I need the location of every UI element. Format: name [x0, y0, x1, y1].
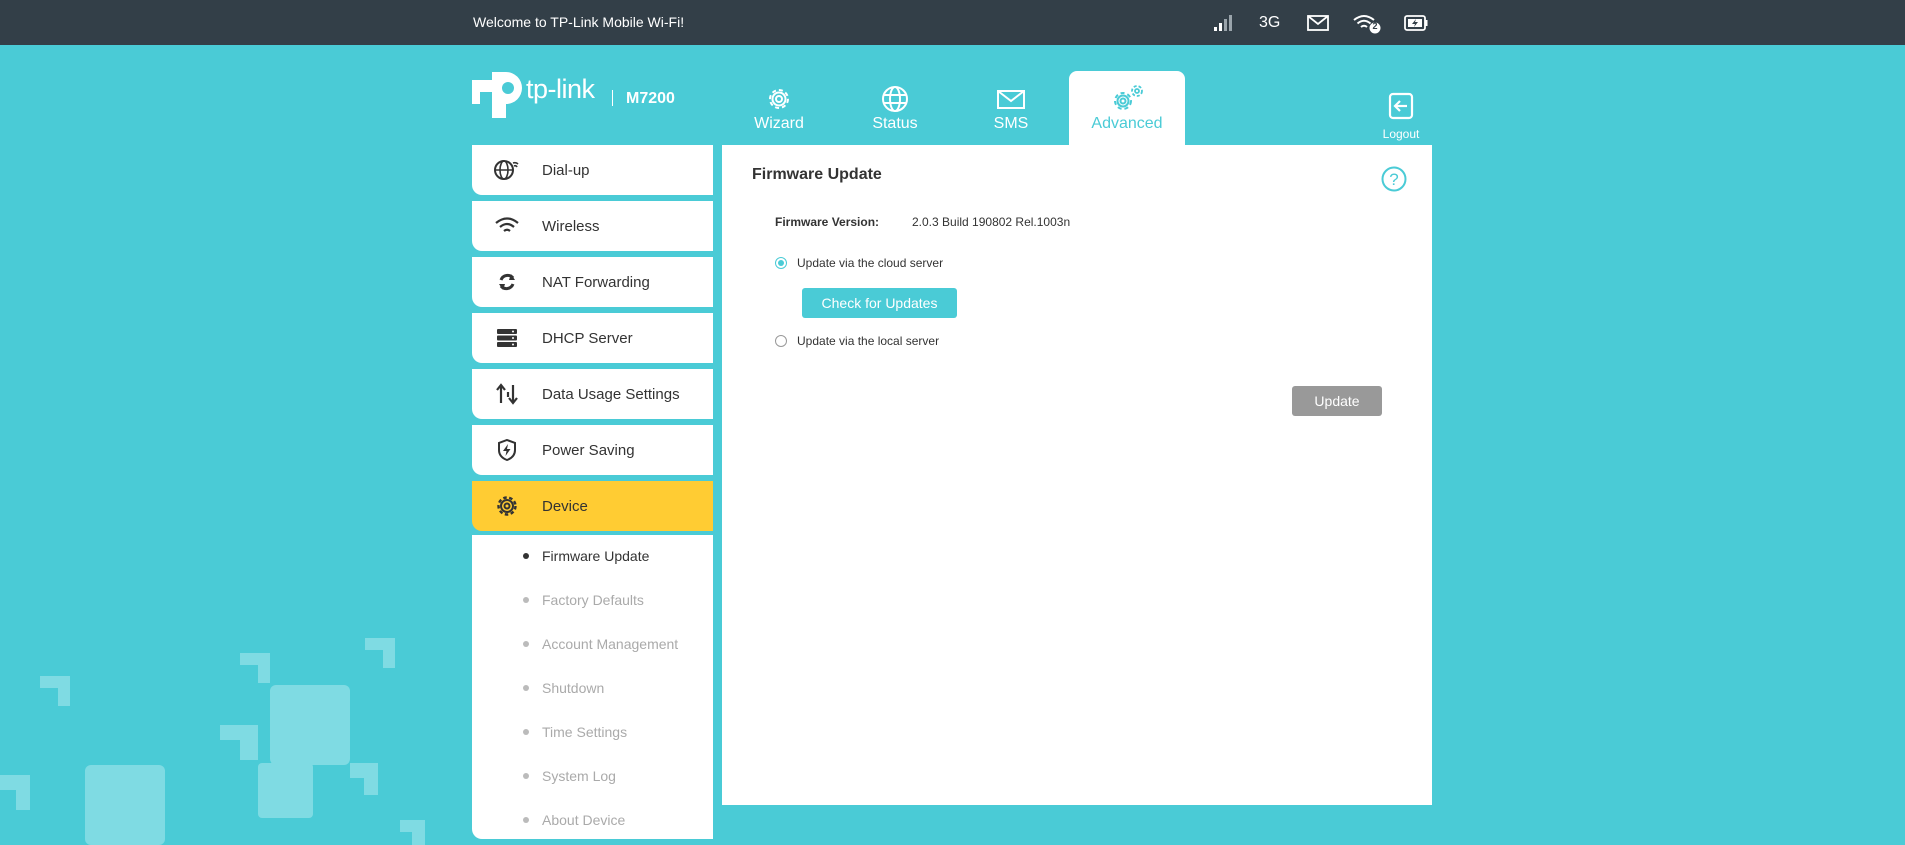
- top-status-bar: Welcome to TP-Link Mobile Wi-Fi! 3G 2: [0, 0, 1905, 45]
- submenu-item-label: Shutdown: [542, 680, 605, 696]
- submenu-item-label: About Device: [542, 812, 626, 828]
- submenu-item-label: System Log: [542, 768, 616, 784]
- logout-button[interactable]: Logout: [1378, 92, 1424, 141]
- submenu-item-system-log[interactable]: System Log: [472, 761, 713, 791]
- logout-icon: [1388, 92, 1414, 124]
- help-icon[interactable]: ?: [1381, 166, 1407, 192]
- submenu-item-label: Account Management: [542, 636, 679, 652]
- logout-label: Logout: [1382, 127, 1420, 141]
- sidebar-item-power-saving[interactable]: Power Saving: [472, 425, 713, 475]
- bullet: [523, 553, 529, 559]
- sidebar-item-label: NAT Forwarding: [542, 273, 650, 291]
- bullet: [523, 817, 529, 823]
- submenu-item-label: Time Settings: [542, 724, 628, 740]
- tab-advanced[interactable]: Advanced: [1069, 71, 1185, 145]
- update-button[interactable]: Update: [1292, 386, 1382, 416]
- sidebar-item-wireless[interactable]: Wireless: [472, 201, 713, 251]
- radio-update-local[interactable]: Update via the local server: [775, 334, 939, 348]
- refresh-icon: [472, 272, 542, 292]
- sidebar-item-dhcp-server[interactable]: DHCP Server: [472, 313, 713, 363]
- tab-label: Status: [872, 115, 918, 132]
- mail-icon[interactable]: [1307, 12, 1329, 34]
- brand-name: tp-link: [526, 74, 595, 104]
- sidebar-item-label: Power Saving: [542, 441, 635, 459]
- welcome-message: Welcome to TP-Link Mobile Wi-Fi!: [473, 14, 685, 30]
- tp-link-symbol-icon: [472, 72, 522, 118]
- check-for-updates-button[interactable]: Check for Updates: [802, 288, 957, 318]
- sidebar-item-dial-up[interactable]: Dial-up: [472, 145, 713, 195]
- arrows-updown-icon: [472, 383, 542, 405]
- bullet: [523, 641, 529, 647]
- firmware-update-panel: Firmware Update ? Firmware Version: 2.0.…: [722, 145, 1432, 805]
- gears-icon: [1069, 84, 1185, 114]
- radio-update-cloud[interactable]: Update via the cloud server: [775, 256, 943, 270]
- logo-divider: [612, 90, 613, 106]
- tp-link-logo: tp-link M7200: [472, 70, 692, 120]
- tab-label: SMS: [993, 115, 1029, 132]
- firmware-version-value: 2.0.3 Build 190802 Rel.1003n: [912, 215, 1071, 229]
- submenu-item-factory-defaults[interactable]: Factory Defaults: [472, 585, 713, 615]
- tab-label: Wizard: [754, 115, 804, 132]
- decorative-background: [0, 638, 425, 845]
- bullet: [523, 773, 529, 779]
- radio-label: Update via the local server: [797, 334, 940, 348]
- bullet: [523, 597, 529, 603]
- page-title: Firmware Update: [752, 166, 882, 183]
- sidebar-item-label: Wireless: [542, 217, 600, 235]
- gear-icon: [472, 495, 542, 517]
- submenu-item-time-settings[interactable]: Time Settings: [472, 717, 713, 747]
- tab-sms[interactable]: SMS: [953, 71, 1069, 145]
- network-type: 3G: [1259, 14, 1281, 31]
- sidebar-item-data-usage-settings[interactable]: Data Usage Settings: [472, 369, 713, 419]
- svg-text:?: ?: [1389, 170, 1398, 189]
- submenu-item-firmware-update[interactable]: Firmware Update: [472, 541, 713, 571]
- submenu-item-shutdown[interactable]: Shutdown: [472, 673, 713, 703]
- bullet: [523, 685, 529, 691]
- sidebar-item-label: Dial-up: [542, 161, 590, 179]
- wifi-client-count: 2: [1372, 21, 1378, 31]
- sidebar-item-label: DHCP Server: [542, 329, 633, 347]
- radio-button[interactable]: [775, 335, 787, 347]
- server-icon: [472, 328, 542, 348]
- shield-bolt-icon: [472, 439, 542, 461]
- model-name: M7200: [626, 90, 675, 107]
- globe-icon: [837, 84, 953, 114]
- envelope-icon: [953, 84, 1069, 114]
- globe-signal-icon: [472, 159, 542, 181]
- sidebar-item-label: Data Usage Settings: [542, 385, 680, 403]
- sidebar-item-nat-forwarding[interactable]: NAT Forwarding: [472, 257, 713, 307]
- device-submenu: Firmware Update Factory Defaults Account…: [472, 535, 713, 839]
- gear-icon: [721, 84, 837, 114]
- radio-label: Update via the cloud server: [797, 256, 944, 270]
- submenu-item-label: Firmware Update: [542, 548, 650, 564]
- submenu-item-label: Factory Defaults: [542, 592, 644, 608]
- battery-charging-icon: [1404, 12, 1428, 34]
- firmware-version-label: Firmware Version:: [775, 215, 880, 229]
- tab-status[interactable]: Status: [837, 71, 953, 145]
- sidebar-item-device[interactable]: Device: [472, 481, 713, 531]
- wifi-icon: [472, 217, 542, 235]
- tab-label: Advanced: [1091, 115, 1163, 132]
- bullet: [523, 729, 529, 735]
- tab-wizard[interactable]: Wizard: [721, 71, 837, 145]
- submenu-item-about-device[interactable]: About Device: [472, 805, 713, 835]
- signal-icon: [1213, 12, 1233, 34]
- radio-button-checked[interactable]: [775, 257, 787, 269]
- submenu-item-account-management[interactable]: Account Management: [472, 629, 713, 659]
- sidebar-item-label: Device: [542, 497, 588, 515]
